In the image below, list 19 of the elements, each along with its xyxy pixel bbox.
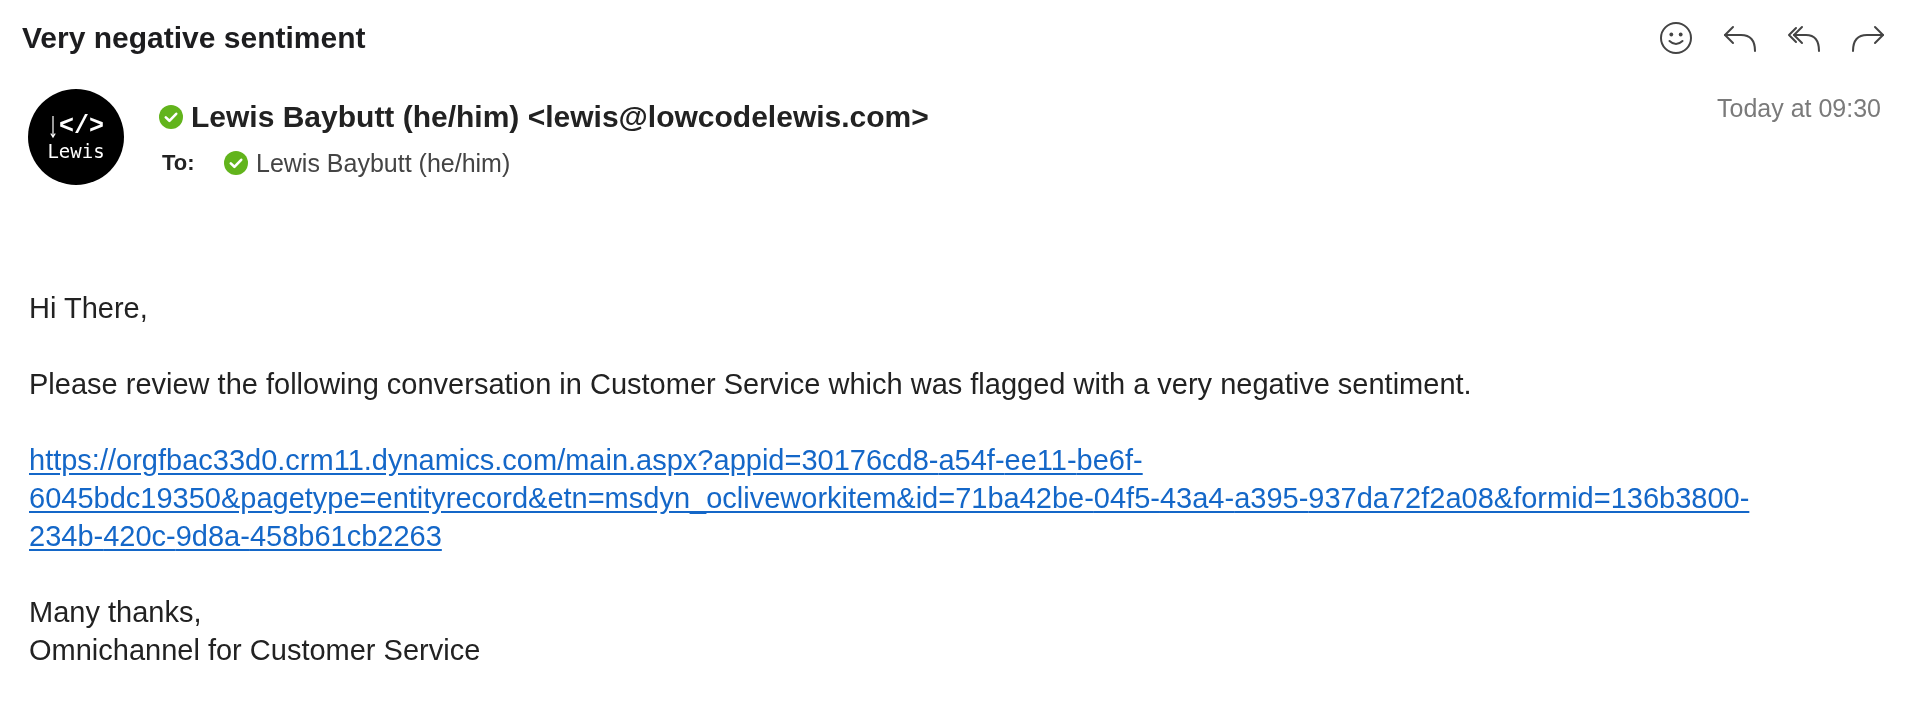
body-text: Many thanks, [29, 595, 202, 630]
logo-name-text: Lewis [47, 140, 105, 162]
url-link[interactable]: https://orgfbac33d0.crm11.dynamics.com/main.aspx?appid=30176cd8-a54f-ee11-be6f-6045bdc19350&pagetype=entityrecord&etn=msdyn_ocliveworkitem&id=71ba42be-04f5-43a4-a395-937da72f2a08&formid=136b3800-234b-420c-9d8a-458b61cb2263 [29, 441, 1769, 555]
subject-title: Very negative sentiment [22, 22, 366, 54]
sender-name: Lewis Baybutt (he/him) <lewis@lowcodelewis.com> [191, 99, 929, 135]
smiley-icon[interactable] [1660, 22, 1692, 54]
body-text: Omnichannel for Customer Service [29, 633, 481, 668]
to-label: To: [161, 150, 196, 176]
check-circle-icon [224, 151, 248, 175]
body-text: Please review the following conversation in Customer Service which was flagged with a very negative sentiment. [29, 367, 1472, 402]
body-text: Hi There, [29, 291, 148, 326]
forward-icon[interactable] [1852, 25, 1884, 52]
check-circle-icon [159, 105, 183, 129]
reply-icon[interactable] [1724, 25, 1756, 52]
arrow-down-icon [50, 115, 56, 139]
logo-code-text: </> [59, 114, 104, 140]
date-text: Today at 09:30 [1717, 93, 1881, 123]
reply-all-icon[interactable] [1788, 25, 1820, 52]
recipient-name: Lewis Baybutt (he/him) [256, 148, 511, 178]
